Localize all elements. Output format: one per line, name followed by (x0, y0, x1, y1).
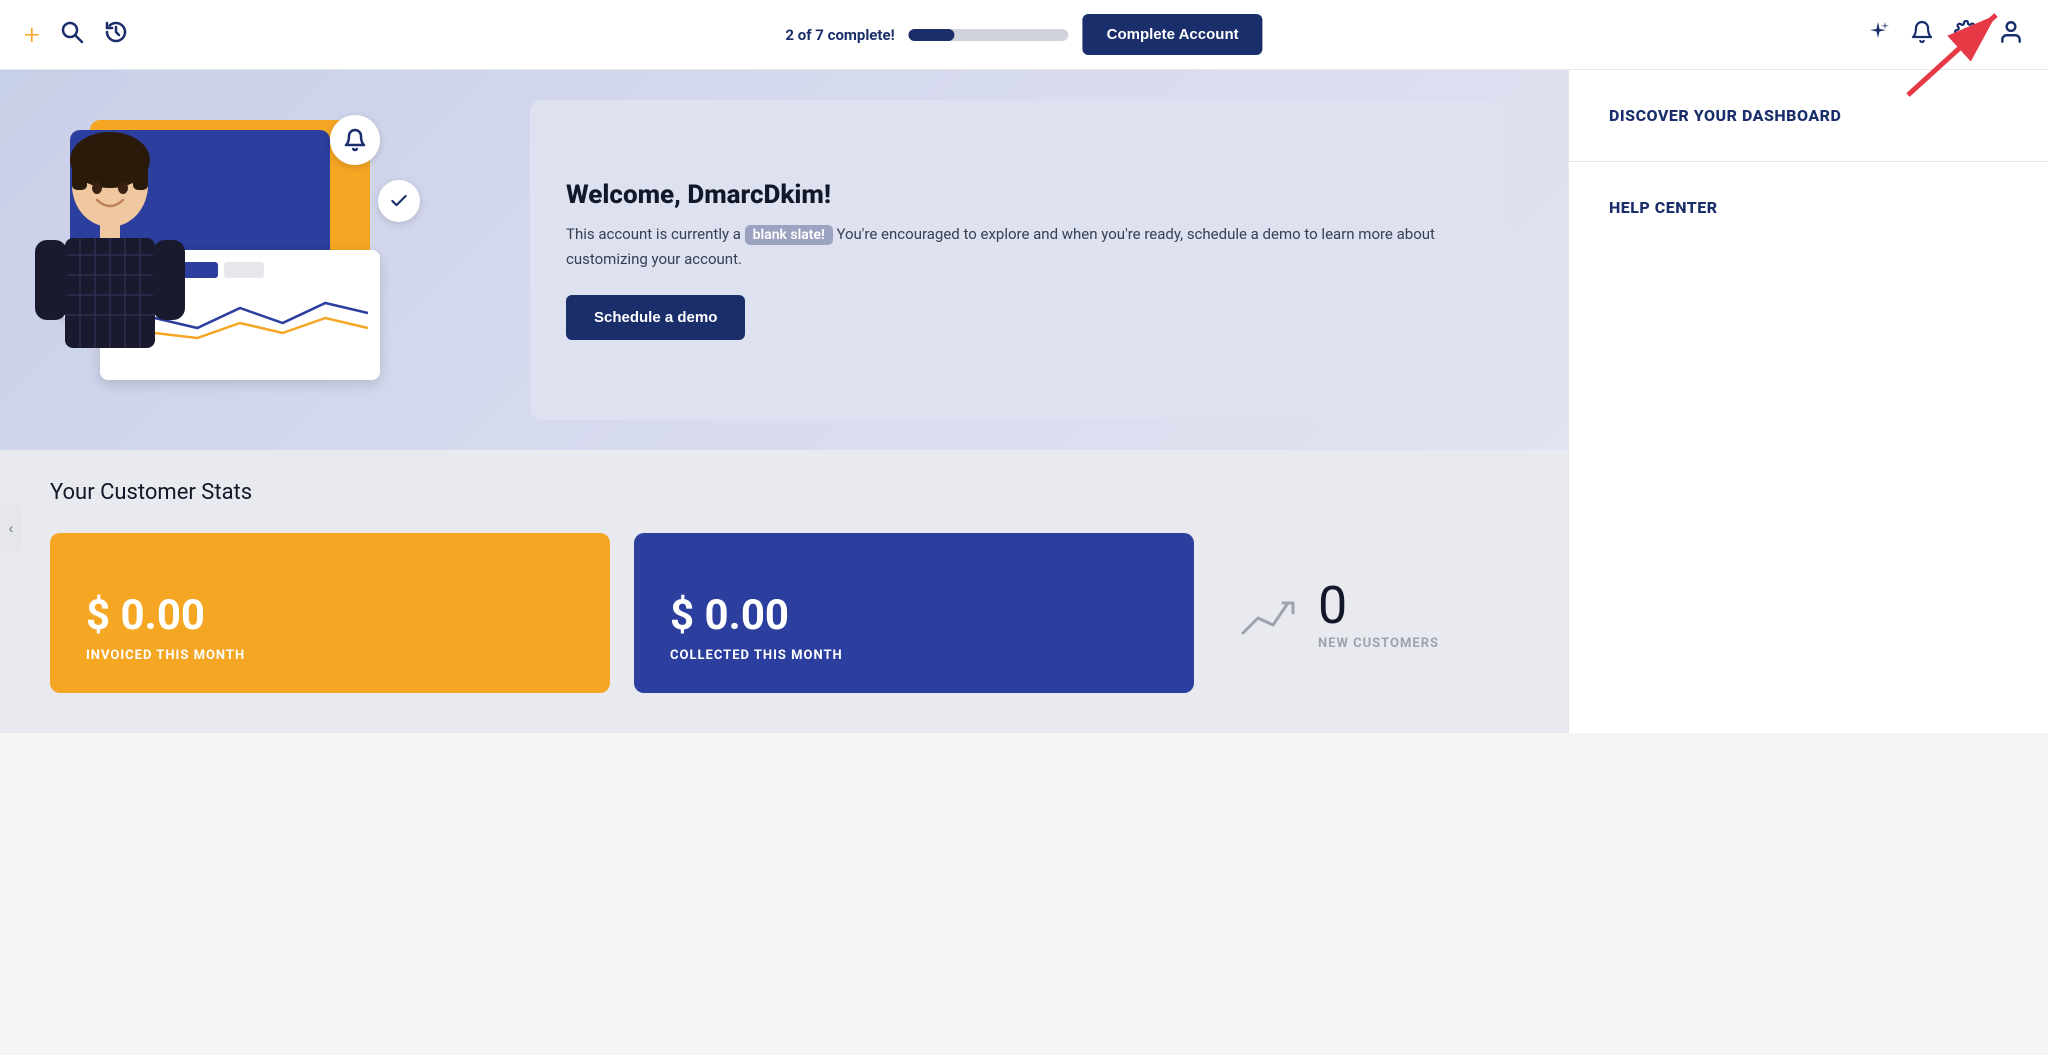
bar-gray (224, 262, 264, 278)
progress-bar-container (909, 29, 1069, 41)
header-left: + (24, 20, 128, 50)
progress-label: 2 of 7 complete! (785, 26, 894, 44)
collected-card: $ 0.00 COLLECTED THIS MONTH (634, 533, 1194, 693)
person-illustration (20, 120, 200, 410)
invoiced-card: $ 0.00 INVOICED THIS MONTH (50, 533, 610, 693)
stats-section: Your Customer Stats $ 0.00 INVOICED THIS… (0, 450, 1568, 733)
stats-title: Your Customer Stats (50, 480, 1518, 505)
customers-info: 0 NEW CUSTOMERS (1318, 575, 1439, 651)
bell-bubble (330, 115, 380, 165)
welcome-text-panel: Welcome, DmarcDkim! This account is curr… (530, 100, 1508, 420)
user-icon[interactable] (1998, 19, 2024, 51)
person-svg (25, 130, 195, 410)
welcome-banner: Welcome, DmarcDkim! This account is curr… (0, 70, 1568, 450)
discover-dashboard-item[interactable]: DISCOVER YOUR DASHBOARD (1569, 70, 2048, 162)
help-center-item[interactable]: HELP CENTER (1569, 162, 2048, 253)
invoiced-amount: $ 0.00 (86, 591, 574, 640)
illustration-container (20, 100, 500, 410)
check-bubble (378, 180, 420, 222)
help-center-label: HELP CENTER (1609, 198, 1718, 217)
stats-cards: $ 0.00 INVOICED THIS MONTH $ 0.00 COLLEC… (50, 533, 1518, 693)
invoiced-label: INVOICED THIS MONTH (86, 648, 574, 663)
gear-icon[interactable] (1954, 20, 1978, 50)
customers-chart-icon (1238, 583, 1298, 643)
plus-icon[interactable]: + (24, 21, 40, 49)
welcome-body: This account is currently a blank slate!… (566, 222, 1472, 270)
customers-label: NEW CUSTOMERS (1318, 636, 1439, 651)
main-area: Welcome, DmarcDkim! This account is curr… (0, 70, 1568, 733)
welcome-illustration (20, 100, 520, 420)
welcome-body-prefix: This account is currently a (566, 225, 745, 243)
sparkle-icon[interactable] (1866, 20, 1890, 50)
right-panel: DISCOVER YOUR DASHBOARD HELP CENTER (1568, 70, 2048, 733)
schedule-demo-button[interactable]: Schedule a demo (566, 295, 745, 340)
complete-account-button[interactable]: Complete Account (1083, 14, 1263, 55)
collected-amount: $ 0.00 (670, 591, 1158, 640)
customers-card: 0 NEW CUSTOMERS (1218, 533, 1518, 693)
sidebar-collapse-button[interactable]: ‹ (0, 503, 22, 553)
bell-icon[interactable] (1910, 20, 1934, 50)
customers-icon-box (1238, 583, 1298, 643)
header: + 2 of 7 complete! Complete Account (0, 0, 2048, 70)
history-icon[interactable] (104, 20, 128, 50)
page-body: Welcome, DmarcDkim! This account is curr… (0, 70, 2048, 733)
collected-label: COLLECTED THIS MONTH (670, 648, 1158, 663)
search-icon[interactable] (60, 20, 84, 50)
progress-bar-fill (909, 29, 955, 41)
customers-count: 0 (1318, 575, 1439, 636)
header-right (1866, 19, 2024, 51)
blank-slate-badge: blank slate! (745, 225, 833, 245)
header-center: 2 of 7 complete! Complete Account (785, 14, 1262, 55)
discover-dashboard-label: DISCOVER YOUR DASHBOARD (1609, 106, 1841, 125)
welcome-title: Welcome, DmarcDkim! (566, 180, 1472, 210)
